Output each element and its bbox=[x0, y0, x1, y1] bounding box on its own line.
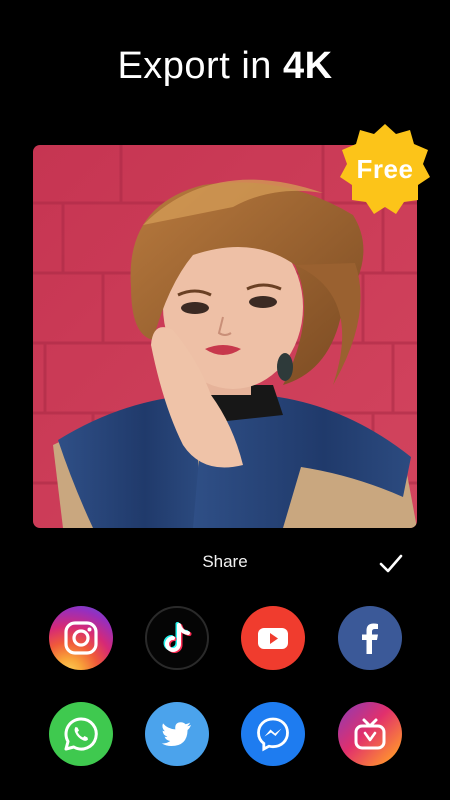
facebook-icon bbox=[362, 623, 378, 654]
instagram-icon bbox=[64, 621, 98, 655]
share-messenger-button[interactable] bbox=[241, 702, 305, 766]
title-emphasis: 4K bbox=[282, 45, 333, 87]
youtube-icon bbox=[258, 628, 288, 649]
share-igtv-button[interactable] bbox=[338, 702, 402, 766]
title-prefix: Export in bbox=[117, 45, 283, 87]
whatsapp-icon bbox=[64, 717, 98, 751]
share-row-2 bbox=[0, 702, 450, 770]
twitter-icon bbox=[161, 722, 191, 746]
share-row-1 bbox=[0, 606, 450, 674]
free-badge: Free bbox=[338, 122, 432, 216]
share-facebook-button[interactable] bbox=[338, 606, 402, 670]
share-whatsapp-button[interactable] bbox=[49, 702, 113, 766]
page-title: Export in 4K bbox=[0, 40, 450, 92]
share-twitter-button[interactable] bbox=[145, 702, 209, 766]
checkmark-icon[interactable] bbox=[378, 550, 404, 576]
badge-label: Free bbox=[356, 153, 414, 184]
share-tiktok-button[interactable] bbox=[145, 606, 209, 670]
messenger-icon bbox=[257, 717, 289, 752]
igtv-icon bbox=[354, 718, 386, 750]
share-youtube-button[interactable] bbox=[241, 606, 305, 670]
tiktok-icon bbox=[163, 622, 192, 653]
share-instagram-button[interactable] bbox=[49, 606, 113, 670]
